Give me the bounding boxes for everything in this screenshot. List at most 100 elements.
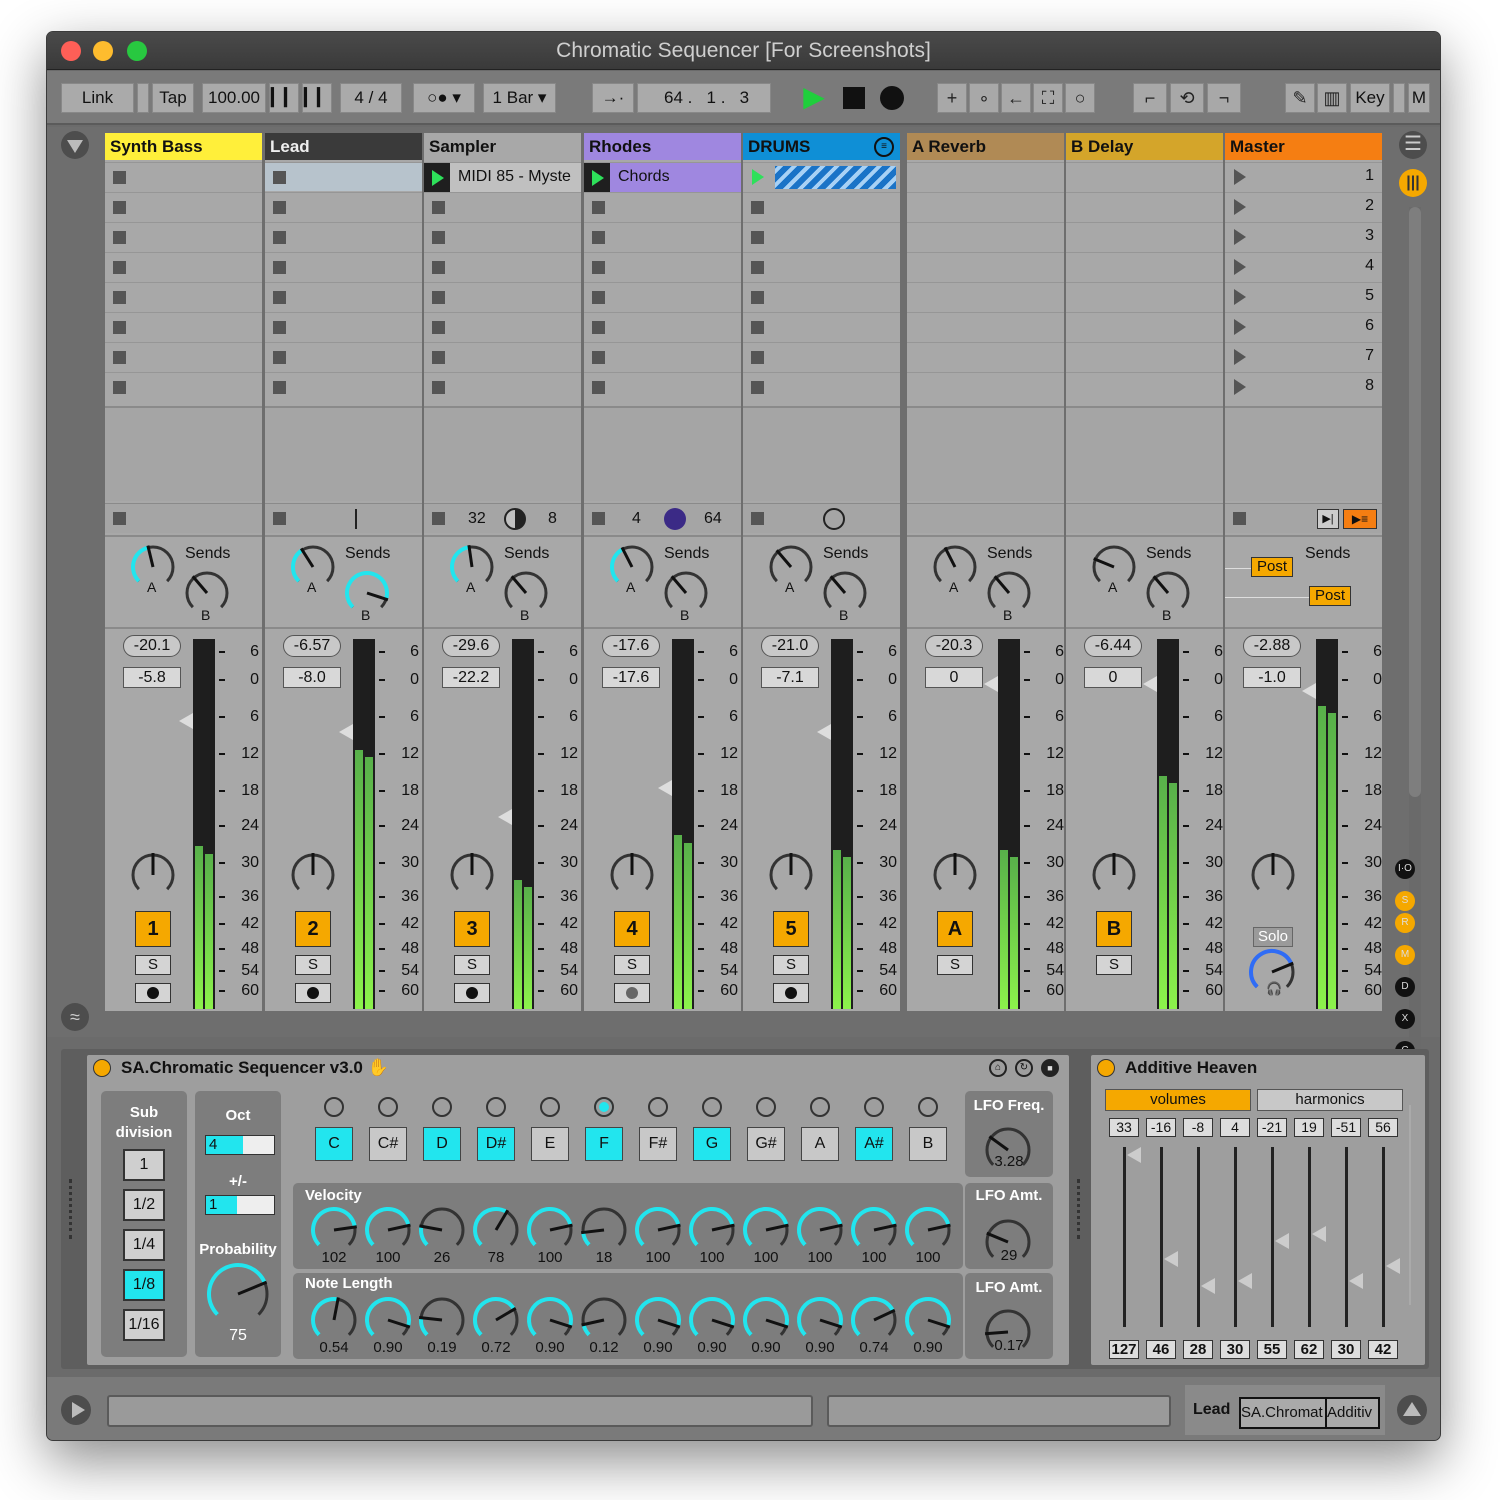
volume-fader-handle[interactable] — [1143, 676, 1157, 692]
clip-drop-area[interactable] — [105, 406, 262, 501]
clip-slot[interactable] — [265, 192, 422, 221]
harmonic-fader-handle[interactable] — [1349, 1272, 1363, 1289]
track-title[interactable]: Sampler — [424, 133, 581, 160]
harmonic-fader-track[interactable] — [1271, 1147, 1274, 1327]
section-toggle-r[interactable]: R — [1395, 913, 1415, 933]
harmonic-bottom-value[interactable]: 62 — [1294, 1340, 1324, 1359]
menu-icon[interactable]: ☰ — [1399, 131, 1427, 159]
clip-slot[interactable] — [1066, 342, 1223, 371]
pan-knob[interactable] — [289, 851, 337, 904]
clip-slot[interactable] — [743, 222, 900, 251]
pan-readout[interactable]: -1.0 — [1243, 667, 1301, 688]
section-toggle-d[interactable]: D — [1395, 977, 1415, 997]
volume-fader-handle[interactable] — [498, 809, 512, 826]
arm-button[interactable] — [295, 983, 331, 1003]
clip-slot[interactable]: 3 — [1225, 222, 1382, 251]
clip-slot[interactable] — [424, 312, 581, 341]
harmonic-fader-track[interactable] — [1160, 1147, 1163, 1327]
clip-slot[interactable] — [424, 252, 581, 281]
clip-drop-area[interactable] — [1066, 406, 1223, 501]
tap-button[interactable]: Tap — [152, 83, 194, 113]
harmonic-fader-handle[interactable] — [1275, 1233, 1289, 1249]
arm-button[interactable] — [773, 983, 809, 1003]
clip-slot[interactable] — [105, 312, 262, 341]
pan-knob[interactable] — [767, 851, 815, 904]
solo-button[interactable]: S — [454, 955, 490, 975]
track-activator-button[interactable]: 5 — [773, 911, 809, 947]
crossfade-icon[interactable] — [504, 508, 526, 530]
track-title[interactable]: B Delay — [1066, 133, 1223, 160]
stop-all-clips-icon[interactable] — [273, 512, 286, 525]
lfo-amt-length-knob[interactable] — [983, 1307, 1033, 1362]
clip-name[interactable]: Chords — [610, 163, 741, 192]
clip-slot[interactable] — [424, 192, 581, 221]
clip-slot[interactable] — [1066, 252, 1223, 281]
clip-play-icon[interactable] — [752, 169, 764, 185]
scene-launch-icon[interactable] — [1234, 379, 1246, 395]
note-toggle-b[interactable]: B — [909, 1127, 947, 1161]
back-to-arrangement-icon[interactable]: ← — [1001, 83, 1031, 113]
clip-slot[interactable] — [1066, 372, 1223, 401]
clip-drop-area[interactable] — [424, 406, 581, 501]
clip-slot[interactable] — [265, 372, 422, 401]
clip-drop-area[interactable] — [743, 406, 900, 501]
volume-fader-handle[interactable] — [1302, 683, 1316, 700]
clip-play-button[interactable] — [424, 163, 450, 192]
volume-readout[interactable]: -17.6 — [602, 635, 660, 657]
clip-slot[interactable] — [584, 312, 741, 341]
section-toggle-s[interactable]: S — [1395, 891, 1415, 911]
track-title[interactable]: Master — [1225, 133, 1382, 160]
scene-launch-icon[interactable] — [1234, 229, 1246, 245]
clip-drop-area[interactable] — [907, 406, 1064, 501]
arrangement-position-field[interactable]: 64 . 1 . 3 — [637, 83, 771, 113]
harmonic-fader-track[interactable] — [1234, 1147, 1237, 1327]
volume-readout[interactable]: -20.1 — [123, 635, 181, 657]
solo-button[interactable]: S — [773, 955, 809, 975]
nudge-down-icon[interactable]: ▎▎ — [269, 83, 299, 113]
draw-mode-icon[interactable]: ✎ — [1285, 83, 1315, 113]
clip-slot[interactable] — [265, 312, 422, 341]
octave-slider[interactable]: 4 — [205, 1135, 275, 1155]
clip-slot[interactable] — [743, 192, 900, 221]
pan-knob[interactable] — [448, 851, 496, 904]
volume-fader-handle[interactable] — [179, 713, 193, 729]
harmonic-top-value[interactable]: 33 — [1109, 1118, 1139, 1137]
clip-slot[interactable] — [1066, 192, 1223, 221]
harmonic-fader-handle[interactable] — [1238, 1272, 1252, 1289]
harmonic-bottom-value[interactable]: 28 — [1183, 1340, 1213, 1359]
stop-all-clips-icon[interactable] — [432, 512, 445, 525]
note-toggle-a-sharp[interactable]: A# — [855, 1127, 893, 1161]
track-title[interactable]: Rhodes — [584, 133, 741, 160]
subdivision-button[interactable]: 1/2 — [123, 1189, 165, 1221]
pan-readout[interactable]: -7.1 — [761, 667, 819, 688]
punch-out-icon[interactable]: ¬ — [1207, 83, 1241, 113]
close-window-button[interactable] — [61, 41, 81, 61]
crossfade-icon[interactable] — [823, 508, 845, 530]
note-toggle-g-sharp[interactable]: G# — [747, 1127, 785, 1161]
clip-slot[interactable] — [743, 282, 900, 311]
arm-button[interactable] — [454, 983, 490, 1003]
link-button[interactable]: Link — [61, 83, 134, 113]
harmonic-bottom-value[interactable]: 30 — [1220, 1340, 1250, 1359]
volumes-tab[interactable]: volumes — [1105, 1089, 1251, 1111]
octave-range-slider[interactable]: 1 — [205, 1195, 275, 1215]
clip-slot[interactable] — [907, 312, 1064, 341]
clip-slot[interactable] — [265, 282, 422, 311]
track-title[interactable]: Lead — [265, 133, 422, 160]
volume-readout[interactable]: -6.57 — [283, 635, 341, 657]
clip-slot[interactable] — [743, 372, 900, 401]
harmonic-top-value[interactable]: -51 — [1331, 1118, 1361, 1137]
track-title[interactable]: Synth Bass — [105, 133, 262, 160]
pan-readout[interactable]: -22.2 — [442, 667, 500, 688]
harmonic-fader-handle[interactable] — [1312, 1225, 1326, 1242]
scene-launch-icon[interactable] — [1234, 169, 1246, 185]
clip-slot[interactable] — [907, 162, 1064, 191]
subdivision-button[interactable]: 1/4 — [123, 1229, 165, 1261]
clip-slot[interactable] — [907, 282, 1064, 311]
harmonic-top-value[interactable]: 4 — [1220, 1118, 1250, 1137]
clip-slot[interactable] — [105, 372, 262, 401]
solo-button[interactable]: S — [614, 955, 650, 975]
track-activator-button[interactable]: 3 — [454, 911, 490, 947]
scene-launch-icon[interactable] — [1234, 349, 1246, 365]
quantization-menu[interactable]: 1 Bar ▾ — [483, 83, 556, 113]
